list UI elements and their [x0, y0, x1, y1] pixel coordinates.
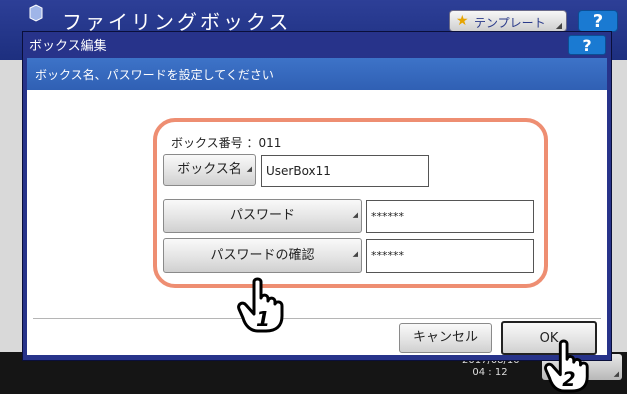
template-button-label: テンプレート	[474, 16, 546, 30]
cancel-button[interactable]: キャンセル	[399, 323, 492, 353]
password-confirm-button-label: パスワードの確認	[210, 248, 315, 263]
box-number-label: ボックス番号 ：011	[171, 136, 282, 150]
dialog-body: ボックス番号 ：011 ボックス名 ◢ UserBox11 パスワード ◢ **…	[27, 90, 607, 355]
star-icon: ★	[456, 13, 469, 29]
instruction-message: ボックス名、パスワードを設定してください	[35, 68, 274, 82]
box-name-button-label: ボックス名	[177, 162, 242, 177]
step1-number: 1	[256, 307, 270, 331]
password-field[interactable]: ******	[366, 200, 534, 233]
background-panel-left	[0, 60, 22, 360]
password-button[interactable]: パスワード ◢	[163, 199, 362, 233]
background-panel-right	[612, 60, 627, 360]
password-confirm-field[interactable]: ******	[366, 239, 534, 273]
corner-arrow-icon: ◢	[555, 21, 562, 30]
app-help-button[interactable]: ?	[578, 10, 618, 32]
hand-pointer-icon: 2	[544, 339, 589, 393]
corner-arrow-icon: ◢	[613, 370, 619, 378]
step2-number: 2	[562, 368, 575, 391]
filing-box-icon	[29, 4, 43, 22]
template-button[interactable]: ★ テンプレート ◢	[449, 10, 567, 32]
password-confirm-button[interactable]: パスワードの確認 ◢	[163, 238, 362, 273]
box-edit-dialog: ボックス編集 ? ボックス名、パスワードを設定してください ボックス番号 ：01…	[22, 31, 612, 361]
cancel-button-label: キャンセル	[412, 330, 478, 345]
corner-arrow-icon: ◢	[352, 250, 358, 258]
hand-pointer-icon: 1	[237, 277, 284, 333]
box-name-field[interactable]: UserBox11	[261, 155, 429, 187]
dialog-help-button[interactable]: ?	[568, 35, 606, 55]
corner-arrow-icon: ◢	[352, 211, 358, 219]
password-button-label: パスワード	[229, 208, 295, 223]
dialog-title: ボックス編集	[29, 39, 107, 54]
corner-arrow-icon: ◢	[246, 165, 252, 173]
message-bar: ボックス名、パスワードを設定してください	[27, 58, 607, 90]
divider	[33, 318, 601, 319]
box-name-button[interactable]: ボックス名 ◢	[163, 154, 256, 186]
time-text: 04 : 12	[472, 367, 508, 378]
settings-panel: ボックス番号 ：011 ボックス名 ◢ UserBox11 パスワード ◢ **…	[153, 118, 548, 288]
